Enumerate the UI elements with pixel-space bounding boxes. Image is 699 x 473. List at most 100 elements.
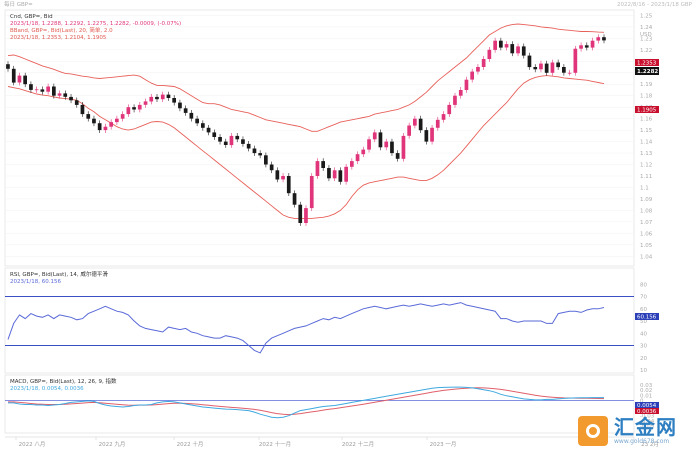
- price-y-tick-label: 1.13: [640, 151, 653, 157]
- candle-body: [178, 102, 182, 109]
- candle: [596, 34, 601, 44]
- candle: [395, 150, 400, 162]
- header-left: 每日 GBP=: [4, 0, 33, 8]
- candle-body: [562, 67, 566, 73]
- candle-body: [476, 67, 480, 72]
- candle: [510, 41, 515, 57]
- candle: [550, 59, 555, 76]
- candle-body: [172, 98, 176, 103]
- candle: [218, 134, 222, 145]
- candle-body: [183, 108, 188, 113]
- candle: [286, 173, 291, 197]
- candle: [298, 201, 303, 226]
- candle: [132, 104, 136, 113]
- candle: [562, 64, 566, 76]
- rsi-y-tick-label: 70: [640, 295, 647, 301]
- price-y-tick-label: 1.1: [640, 185, 649, 191]
- candle-body: [504, 44, 509, 48]
- price-title: Cnd, GBP=, Bid: [10, 14, 53, 20]
- candle: [481, 56, 486, 70]
- candle-body: [34, 89, 39, 91]
- candle-body: [281, 176, 285, 180]
- candle: [189, 110, 194, 122]
- candle-body: [229, 135, 234, 146]
- price-y-tick-label: 1.18: [640, 94, 653, 100]
- rsi-y-tick-label: 20: [640, 356, 647, 362]
- candle: [332, 167, 337, 182]
- rsi-y-tick-label: 40: [640, 331, 647, 337]
- bband-title: BBand, GBP=, Bid(Last), 20, 简单, 2.0: [10, 26, 113, 34]
- candle: [223, 138, 228, 148]
- candle-body: [74, 100, 79, 105]
- macd-panel: 0.030.020.010-0.01-0.02-0.03-0.04-0.05 M…: [5, 377, 659, 430]
- candle-body: [97, 123, 102, 131]
- candle: [304, 205, 308, 226]
- candle: [350, 158, 354, 170]
- rsi-last-label: 60.156: [637, 315, 657, 321]
- candle-body: [567, 72, 572, 74]
- candle-body: [201, 123, 205, 128]
- time-axis-label: 2022 十二月: [342, 440, 374, 448]
- candle-body: [447, 104, 452, 115]
- header-right: 2022/8/16 - 2023/1/18 GBP: [617, 2, 693, 8]
- candle-body: [269, 164, 274, 171]
- candle: [435, 116, 440, 131]
- candle-body: [516, 46, 520, 54]
- upper-band-label: 1.2353: [637, 61, 657, 67]
- price-y-tick-label: 1.06: [640, 231, 653, 237]
- candle-body: [533, 67, 538, 70]
- candle: [178, 99, 182, 112]
- price-info: 2023/1/18, 1.2288, 1.2292, 1.2275, 1.228…: [10, 21, 181, 27]
- candle-body: [40, 89, 45, 92]
- candle: [464, 76, 469, 93]
- rsi-info: 2023/1/18, 60.156: [10, 279, 61, 285]
- candle-body: [424, 130, 429, 142]
- candle-body: [590, 40, 595, 48]
- candle-body: [206, 127, 211, 133]
- candle-body: [132, 107, 136, 110]
- candle-body: [464, 79, 469, 90]
- candle: [579, 42, 583, 52]
- candle-body: [361, 149, 366, 155]
- candle-body: [510, 44, 515, 54]
- candle: [292, 190, 297, 208]
- candle: [378, 129, 383, 151]
- price-y-tick-label: 1.15: [640, 128, 653, 134]
- candle-body: [52, 86, 56, 96]
- candle: [166, 91, 171, 101]
- candle-body: [246, 143, 251, 149]
- candle: [103, 123, 108, 133]
- candle: [321, 158, 325, 171]
- candle: [34, 86, 39, 93]
- candle: [46, 83, 50, 95]
- rsi-y-tick-label: 80: [640, 282, 647, 288]
- candle: [235, 132, 240, 143]
- chart-canvas: 每日 GBP= 2022/8/16 - 2023/1/18 GBP 1.25 1.…: [4, 0, 693, 448]
- candle: [269, 161, 274, 174]
- rsi-last-tag: 60.156: [635, 313, 659, 321]
- price-y-tick-label: 1.25: [640, 13, 653, 19]
- candle-body: [384, 141, 389, 148]
- candle: [361, 146, 366, 158]
- candle-body: [286, 176, 291, 194]
- price-y-tick-label: 1.08: [640, 208, 653, 214]
- candle: [539, 60, 543, 73]
- candle-body: [481, 59, 486, 67]
- rsi-panel: 8070605040302010 RSI, GBP=, Bid(Last), 1…: [5, 270, 659, 374]
- price-y-ticks: 1.251.241.231.221.211.21.191.181.171.161…: [640, 13, 653, 260]
- price-ylabel: USD: [640, 32, 652, 38]
- candle-body: [275, 170, 280, 180]
- candle: [120, 111, 125, 122]
- candle: [86, 111, 91, 122]
- candle: [137, 102, 142, 113]
- macd-signal-series: [8, 387, 605, 416]
- candle-body: [258, 153, 262, 156]
- candle-body: [521, 46, 526, 56]
- candle-body: [86, 114, 91, 119]
- candle: [602, 34, 606, 44]
- candle-body: [527, 55, 532, 68]
- candle: [155, 93, 159, 103]
- candle: [470, 68, 474, 83]
- watermark-name: 汇金网: [614, 415, 677, 439]
- candle-body: [579, 45, 583, 49]
